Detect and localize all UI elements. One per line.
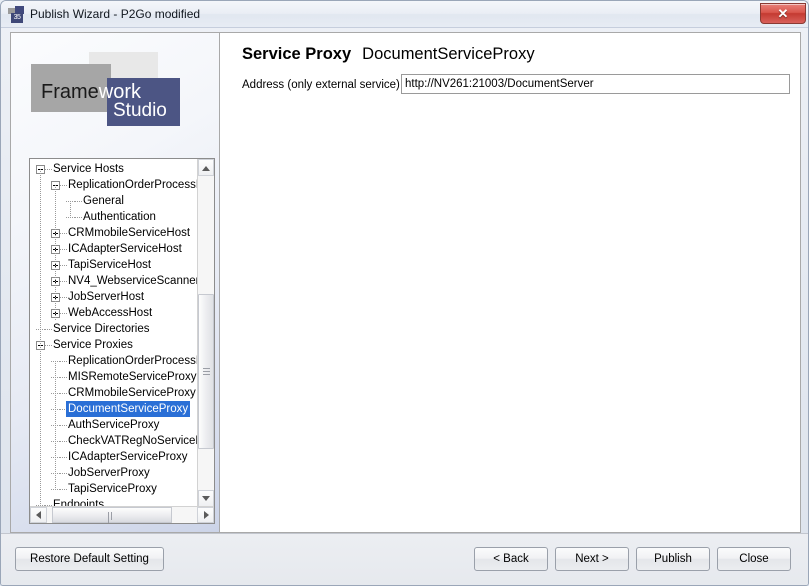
tree-item-label: WebAccessHost — [68, 307, 153, 319]
framework-studio-logo: Framework Studio — [23, 46, 208, 149]
publish-wizard-window: 35 Publish Wizard - P2Go modified ✕ Fram… — [0, 0, 809, 586]
tree-connector — [55, 361, 56, 489]
scroll-right-button[interactable] — [197, 507, 214, 523]
caret-up-icon — [202, 165, 210, 171]
tree-item-label: ReplicationOrderProcessH — [68, 179, 198, 191]
client-area: Framework Studio Service Hosts Replicatio… — [10, 32, 801, 533]
tree-item-label: CRMmobileServiceProxy — [68, 387, 196, 399]
page-title-main: Service Proxy — [242, 45, 352, 63]
tree-item-label: General — [83, 195, 124, 207]
tree-connector — [40, 169, 41, 507]
address-field-label: Address (only external service) — [242, 79, 400, 91]
tree-item-label: Service Hosts — [53, 163, 124, 175]
tree-item-label: TapiServiceHost — [68, 259, 152, 271]
tree-item-label: TapiServiceProxy — [68, 483, 157, 495]
footer-bar: Restore Default Setting < Back Next > Pu… — [1, 533, 808, 585]
tree-item-label: ICAdapterServiceHost — [68, 243, 182, 255]
tree-connector — [66, 217, 75, 218]
tree-connector — [51, 489, 60, 490]
tree-item-label: DocumentServiceProxy — [66, 401, 191, 417]
scroll-grip-h-icon — [108, 512, 116, 523]
tree-item-label: Service Directories — [53, 323, 150, 335]
publish-button[interactable]: Publish — [636, 547, 710, 571]
tree-viewport: Service Hosts ReplicationOrderProcessH Gen… — [30, 159, 198, 507]
scroll-grip-icon — [203, 367, 210, 376]
scroll-left-button[interactable] — [30, 507, 47, 523]
tree-item-label: MISRemoteServiceProxy — [68, 371, 197, 383]
scroll-down-button[interactable] — [198, 490, 214, 507]
configuration-tree[interactable]: Service Hosts ReplicationOrderProcessH Gen… — [29, 158, 215, 524]
tree-item[interactable]: Service Directories — [30, 321, 198, 337]
back-button[interactable]: < Back — [474, 547, 548, 571]
left-panel: Framework Studio Service Hosts Replicatio… — [11, 33, 220, 532]
logo-text-frame: Frame — [41, 81, 99, 103]
tree-item-label: ICAdapterServiceProxy — [68, 451, 188, 463]
logo-wordmark-studio: Studio — [113, 100, 167, 121]
window-frame: 35 Publish Wizard - P2Go modified ✕ Fram… — [0, 0, 809, 586]
tree-item-label: JobServerProxy — [68, 467, 150, 479]
tree-item-label: NV4_WebserviceScanner — [68, 275, 198, 287]
address-input[interactable] — [401, 74, 790, 94]
tree-connector — [70, 201, 71, 217]
tree-item[interactable]: Service Proxies — [30, 337, 198, 353]
tree-vertical-scrollbar[interactable] — [197, 159, 214, 507]
window-title: Publish Wizard - P2Go modified — [30, 7, 201, 21]
tree-item-label: ReplicationOrderProcessP — [68, 355, 198, 367]
next-button[interactable]: Next > — [555, 547, 629, 571]
tree-item-label: JobServerHost — [68, 291, 145, 303]
tree-item-label: CheckVATRegNoServiceP — [68, 435, 198, 447]
vertical-scroll-thumb[interactable] — [198, 294, 214, 449]
caret-down-icon — [202, 495, 210, 501]
close-window-button[interactable]: ✕ — [760, 3, 806, 24]
tree-horizontal-scrollbar[interactable] — [30, 506, 214, 523]
tree-item[interactable]: Service Hosts — [30, 161, 198, 177]
tree-node-list: Service Hosts ReplicationOrderProcessH Gen… — [30, 161, 198, 507]
restore-default-setting-button[interactable]: Restore Default Setting — [15, 547, 164, 571]
tree-connector — [55, 185, 56, 321]
app-icon: 35 — [8, 6, 25, 23]
tree-item-label: Authentication — [83, 211, 156, 223]
page-title: Service Proxy DocumentServiceProxy — [242, 44, 535, 64]
scroll-up-button[interactable] — [198, 159, 214, 176]
tree-item-label: AuthServiceProxy — [68, 419, 160, 431]
tree-item-label: CRMmobileServiceHost — [68, 227, 191, 239]
close-button[interactable]: Close — [717, 547, 791, 571]
caret-left-icon — [35, 511, 41, 519]
tree-item-label: Service Proxies — [53, 339, 133, 351]
caret-right-icon — [203, 511, 209, 519]
page-title-subject: DocumentServiceProxy — [362, 45, 535, 63]
close-icon: ✕ — [777, 6, 789, 21]
content-pane: Service Proxy DocumentServiceProxy Addres… — [221, 33, 800, 532]
horizontal-scroll-thumb[interactable] — [52, 507, 172, 523]
title-bar: 35 Publish Wizard - P2Go modified ✕ — [1, 1, 808, 28]
app-icon-badge: 35 — [11, 13, 23, 23]
